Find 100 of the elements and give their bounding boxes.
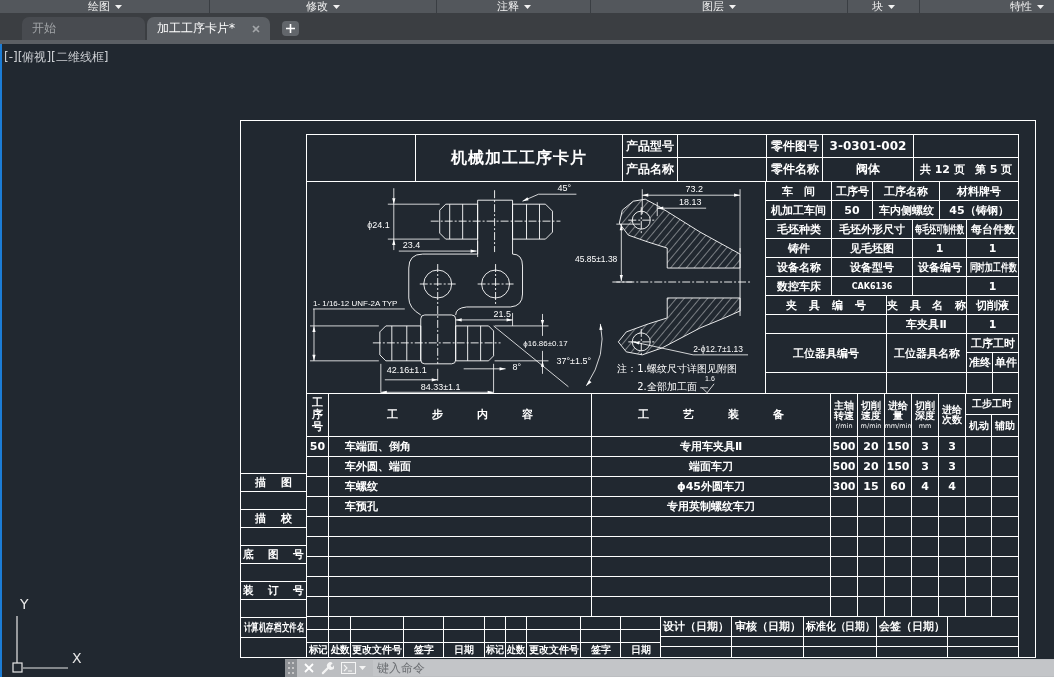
table-cell: 端面车刀 (592, 457, 831, 476)
dimension-text: 45.85±1.38 (575, 254, 618, 265)
dimension-text: 18.13 (678, 197, 702, 208)
field-value: 3-0301-002 (823, 135, 914, 158)
dimension-text: 73.2 (685, 184, 703, 195)
dimension-text: 23.4 (402, 240, 421, 251)
table-cell-text: 1 (987, 316, 998, 333)
label-cell: 底 图 号 (241, 545, 306, 563)
caret-icon (333, 4, 340, 9)
label-cell: 计算机存档文件名 (241, 617, 306, 637)
table-cell: 见毛坯图 (832, 239, 913, 257)
column-header: 切削速度 (861, 400, 881, 422)
column-header: 夹 具 名 称 (887, 296, 967, 314)
table-cell: 3 (939, 457, 966, 476)
caret-icon (114, 4, 122, 9)
caret-icon (888, 4, 895, 9)
column-header: 标准化（日期） (804, 617, 877, 636)
table-cell: 专用车夹具Ⅱ (592, 437, 831, 456)
dimension-text: 1- 1/16-12 UNF-2A TYP (313, 298, 398, 308)
note-text: 2.全部加工面 (637, 380, 697, 392)
column-header: 准终 (967, 353, 993, 372)
table-cell: 车端面、倒角 (329, 437, 592, 456)
table-cell: 3 (939, 437, 966, 456)
y-axis-label: Y (20, 596, 29, 612)
column-header: 进给次数 (942, 404, 962, 426)
close-icon[interactable] (252, 24, 260, 33)
column-header: 更改文件号 (527, 643, 581, 657)
column-header: 单件 (993, 355, 1018, 371)
column-header: 切削液 (975, 297, 1010, 314)
column-header: 切削深度 (915, 400, 935, 422)
column-header: 每台件数 (969, 221, 1016, 238)
column-header: 工位器具编号 (766, 334, 887, 372)
viewport-control[interactable]: [二维线框] (51, 50, 109, 64)
label-cell: 描 校 (241, 509, 306, 527)
field-label: 零件图号 (767, 135, 823, 158)
table-cell: 车夹具Ⅱ (887, 315, 967, 333)
field-label: 产品名称 (623, 158, 678, 181)
table-cell-text: 1 (987, 240, 998, 257)
field-value: 阀体 (823, 158, 914, 181)
file-tab[interactable]: 加工工序卡片* (147, 17, 270, 40)
caret-icon (359, 666, 366, 670)
table-cell: 1 (913, 239, 967, 257)
column-header: 机动 (966, 415, 992, 436)
column-header: 材料牌号 (956, 183, 1002, 200)
table-cell: 3 (912, 457, 939, 476)
column-header: 同时加工件数 (968, 259, 1018, 276)
column-header: 毛坯种类 (766, 220, 832, 238)
dimension-line (522, 193, 577, 202)
column-header: 工步工时 (966, 394, 1018, 415)
dimension-text: ϕ24.1 (367, 220, 390, 231)
column-header: 工序号 (312, 396, 323, 434)
page-count-text: 共 12 页 (919, 162, 965, 177)
caret-icon (729, 4, 736, 9)
column-header: 设备编号 (913, 258, 967, 276)
column-header: 签字 (581, 643, 621, 657)
dimension-text: 37°±1.5° (556, 355, 591, 366)
note-text: 注：1.螺纹尺寸详图见附图 (617, 362, 737, 374)
column-header: 更改文件号 (351, 643, 404, 657)
column-header: 工 步 内 容 (387, 409, 533, 421)
viewport-control[interactable]: [俯视] (17, 50, 52, 64)
table-cell: 500 (831, 437, 858, 456)
column-header: 处数 (329, 643, 351, 657)
table-cell: 机加工车间 (766, 201, 832, 219)
table-cell: ϕ45外圆车刀 (592, 477, 831, 496)
column-header: 工序号 (832, 182, 873, 200)
table-cell: 专用英制螺纹车刀 (592, 497, 831, 516)
command-input[interactable]: 键入命令 (373, 660, 1054, 676)
table-cell: 3 (912, 437, 939, 456)
command-history-button[interactable] (341, 661, 366, 675)
table-cell-text: 45（铸钢） (948, 202, 1010, 219)
table-cell: 150 (885, 457, 912, 476)
column-header: 设备型号 (832, 258, 913, 276)
column-header: 毛坯外形尺寸 (832, 220, 913, 238)
column-header: 会签（日期） (877, 617, 948, 636)
table-cell: 车螺纹 (329, 477, 592, 496)
label-cell: 描 图 (241, 473, 306, 491)
table-cell-text: 1 (987, 278, 998, 295)
table-cell: CAK6136 (832, 277, 913, 295)
table-cell: 车外圆、端面 (329, 457, 592, 476)
viewport-control[interactable]: [-] (4, 50, 18, 64)
table-cell: 4 (912, 477, 939, 496)
column-header: 设计（日期） (661, 617, 732, 636)
table-cell: 300 (831, 477, 858, 496)
column-header: 工序工时 (967, 334, 1018, 353)
wrench-icon[interactable] (321, 661, 334, 675)
grip-handle-icon[interactable] (285, 659, 297, 677)
column-header: 进给量 (888, 400, 908, 422)
caret-icon (523, 4, 531, 9)
column-header: 工序名称 (873, 182, 940, 200)
new-tab-button[interactable] (282, 21, 299, 36)
table-cell: 车预孔 (329, 497, 592, 516)
field-label: 零件名称 (767, 158, 823, 181)
file-tab[interactable]: 开始 (22, 17, 145, 40)
page-number-text: 第 5 页 (974, 162, 1013, 177)
column-header: 签字 (404, 643, 444, 657)
field-label: 产品型号 (623, 135, 678, 158)
column-header: 车 间 (766, 182, 832, 200)
column-header: 工 艺 装 备 (638, 409, 784, 421)
column-header: 审核（日期） (732, 617, 804, 636)
dimension-text: ϕ16.86±0.17 (523, 338, 568, 348)
